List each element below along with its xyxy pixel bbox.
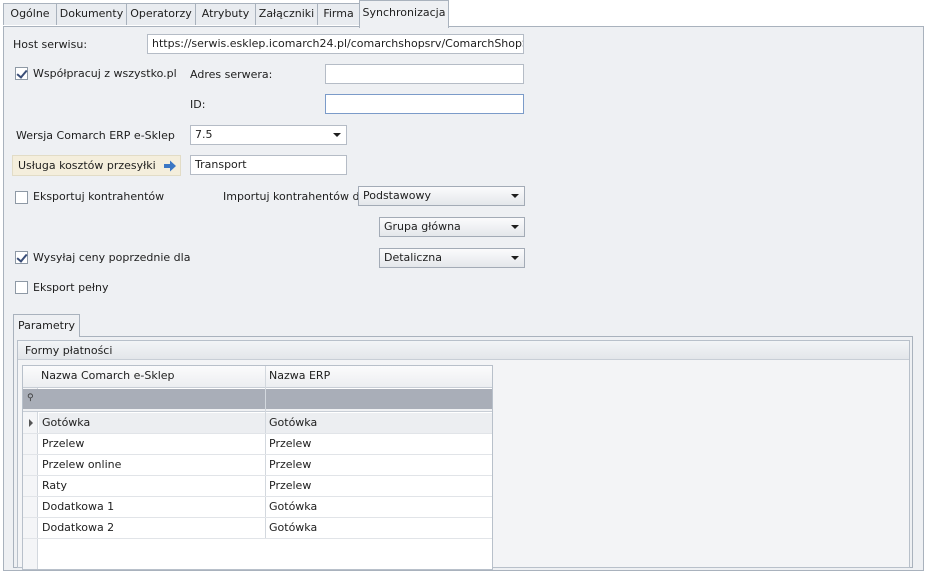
import-contractors-select[interactable]: Podstawowy bbox=[358, 186, 525, 206]
cell-eshop: Raty bbox=[42, 479, 67, 492]
cell-eshop: Dodatkowa 1 bbox=[42, 500, 115, 513]
host-input[interactable]: https://serwis.esklep.icomarch24.pl/coma… bbox=[147, 34, 524, 54]
tab-synchronizacja[interactable]: Synchronizacja bbox=[359, 0, 449, 28]
current-row-icon bbox=[29, 419, 33, 427]
row-divider bbox=[23, 496, 492, 497]
payment-forms-title: Formy płatności bbox=[25, 344, 113, 357]
row-divider bbox=[23, 475, 492, 476]
filter-row[interactable]: ⚲ bbox=[23, 389, 492, 409]
host-label: Host serwisu: bbox=[13, 38, 88, 51]
payment-forms-grid: Nazwa Comarch e-Sklep Nazwa ERP ⚲ Gotówk… bbox=[22, 365, 493, 570]
send-prices-checkbox[interactable] bbox=[15, 251, 28, 264]
payment-forms-group: Formy płatności Nazwa Comarch e-Sklep Na… bbox=[17, 340, 910, 570]
arrow-right-icon bbox=[164, 160, 176, 172]
filter-separator bbox=[23, 409, 492, 412]
shipping-value: Transport bbox=[195, 158, 247, 171]
payment-forms-header: Formy płatności bbox=[18, 341, 909, 360]
tab-firma[interactable]: Firma bbox=[317, 3, 360, 25]
cell-erp: Przelew bbox=[269, 437, 312, 450]
tab-label: Atrybuty bbox=[201, 7, 250, 20]
cell-erp: Przelew bbox=[269, 479, 312, 492]
shipping-button[interactable]: Usługa kosztów przesyłki bbox=[12, 155, 181, 176]
tab-atrybuty[interactable]: Atrybuty bbox=[195, 3, 256, 25]
export-contractors-label: Eksportuj kontrahentów bbox=[33, 190, 165, 203]
send-prices-label: Wysyłaj ceny poprzednie dla bbox=[33, 251, 191, 264]
chevron-down-icon bbox=[511, 194, 519, 198]
tab-label: Parametry bbox=[18, 319, 75, 332]
id-label: ID: bbox=[190, 98, 206, 111]
version-select[interactable]: 7.5 bbox=[190, 125, 347, 145]
export-contractors-checkbox[interactable] bbox=[15, 191, 28, 204]
tab-label: Synchronizacja bbox=[362, 6, 446, 19]
tab-ogolne[interactable]: Ogólne bbox=[3, 3, 57, 25]
price-select[interactable]: Detaliczna bbox=[379, 248, 525, 268]
tab-label: Załączniki bbox=[258, 7, 315, 20]
tab-label: Operatorzy bbox=[130, 7, 192, 20]
import-contractors-value: Podstawowy bbox=[363, 189, 431, 202]
cell-erp: Gotówka bbox=[269, 416, 318, 429]
tab-operatorzy[interactable]: Operatorzy bbox=[126, 3, 196, 25]
group-select[interactable]: Grupa główna bbox=[379, 217, 525, 237]
full-export-checkbox[interactable] bbox=[15, 281, 28, 294]
price-value: Detaliczna bbox=[384, 251, 442, 264]
row-divider bbox=[23, 454, 492, 455]
tab-zalaczniki[interactable]: Załączniki bbox=[255, 3, 318, 25]
cell-erp: Gotówka bbox=[269, 521, 318, 534]
row-divider bbox=[23, 538, 492, 539]
tab-label: Dokumenty bbox=[59, 7, 124, 20]
cell-eshop: Przelew bbox=[42, 437, 85, 450]
chevron-down-icon bbox=[333, 133, 341, 137]
host-value: https://serwis.esklep.icomarch24.pl/coma… bbox=[152, 37, 523, 50]
chevron-down-icon bbox=[511, 256, 519, 260]
cell-eshop: Gotówka bbox=[42, 416, 91, 429]
tab-strip: Ogólne Dokumenty Operatorzy Atrybuty Zał… bbox=[0, 0, 930, 28]
version-label: Wersja Comarch ERP e-Sklep bbox=[16, 129, 175, 142]
cell-eshop: Dodatkowa 2 bbox=[42, 521, 115, 534]
tab-dokumenty[interactable]: Dokumenty bbox=[56, 3, 127, 25]
row-divider bbox=[23, 433, 492, 434]
wszystko-checkbox[interactable] bbox=[15, 67, 28, 80]
parametry-panel: Formy płatności Nazwa Comarch e-Sklep Na… bbox=[13, 336, 913, 570]
chevron-down-icon bbox=[511, 225, 519, 229]
cell-erp: Przelew bbox=[269, 458, 312, 471]
server-address-input[interactable] bbox=[325, 64, 524, 84]
grid-header: Nazwa Comarch e-Sklep Nazwa ERP bbox=[23, 366, 492, 388]
shipping-label: Usługa kosztów przesyłki bbox=[18, 159, 156, 172]
server-address-label: Adres serwera: bbox=[190, 68, 273, 81]
import-contractors-label: Importuj kontrahentów do: bbox=[223, 190, 370, 203]
column-divider bbox=[265, 366, 266, 538]
id-input[interactable] bbox=[325, 94, 524, 114]
row-divider bbox=[23, 517, 492, 518]
tab-label: Ogólne bbox=[10, 7, 50, 20]
column-header-eshop[interactable]: Nazwa Comarch e-Sklep bbox=[41, 366, 175, 386]
group-value: Grupa główna bbox=[384, 220, 461, 233]
column-header-erp[interactable]: Nazwa ERP bbox=[269, 366, 330, 386]
tab-parametry[interactable]: Parametry bbox=[13, 314, 80, 337]
full-export-label: Eksport pełny bbox=[33, 281, 109, 294]
wszystko-label: Współpracuj z wszystko.pl bbox=[33, 67, 177, 80]
version-value: 7.5 bbox=[195, 128, 213, 141]
cell-erp: Gotówka bbox=[269, 500, 318, 513]
filter-icon: ⚲ bbox=[27, 393, 34, 403]
tab-label: Firma bbox=[323, 7, 354, 20]
shipping-input[interactable]: Transport bbox=[190, 155, 347, 175]
cell-eshop: Przelew online bbox=[42, 458, 122, 471]
